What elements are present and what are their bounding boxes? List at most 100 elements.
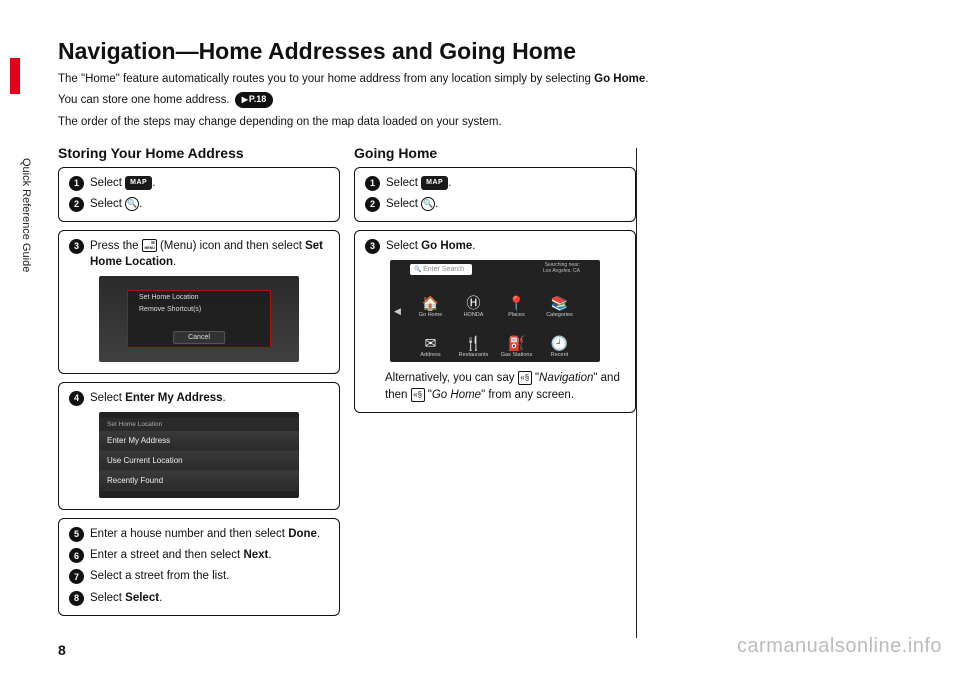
- txt: Select: [386, 177, 421, 189]
- bullet-8: 8: [69, 591, 84, 606]
- side-label: Quick Reference Guide: [20, 158, 32, 272]
- step-a7: 7 Select a street from the list.: [69, 568, 329, 584]
- column-going-home: Going Home 1 Select MAP. 2 Select 🔍.: [354, 145, 636, 624]
- dot: .: [223, 392, 226, 404]
- page-ref-badge: P.18: [235, 92, 274, 108]
- voice-note: Alternatively, you can say «§ "Navigatio…: [365, 370, 625, 403]
- bullet-b1: 1: [365, 176, 380, 191]
- page-number: 8: [58, 642, 66, 658]
- txt: Select: [90, 177, 125, 189]
- column-storing: Storing Your Home Address 1 Select MAP. …: [58, 145, 340, 624]
- step-a5-text: Enter a house number and then select Don…: [90, 526, 329, 542]
- step-a4-text: Select Enter My Address.: [90, 390, 329, 406]
- label: Gas Stations: [501, 352, 533, 358]
- step-b2: 2 Select 🔍.: [365, 196, 625, 212]
- book-icon: 📚: [551, 294, 568, 312]
- label: Go Home: [419, 312, 443, 318]
- step-b2-text: Select 🔍.: [386, 196, 625, 212]
- tile-go-home: 🏠Go Home: [410, 282, 451, 320]
- card-b2: 3 Select Go Home. ◀ Enter Search Searchi…: [354, 230, 636, 413]
- intro-line-1: The "Home" feature automatically routes …: [58, 71, 928, 88]
- tile-places: 📍Places: [496, 282, 537, 320]
- screen-search-bar: Enter Search: [410, 264, 472, 275]
- bullet-b2: 2: [365, 197, 380, 212]
- bullet-b3: 3: [365, 239, 380, 254]
- screenshot-menu-popup: Set Home Location Remove Shortcut(s) Can…: [99, 276, 299, 362]
- clock-icon: 🕘: [551, 334, 568, 352]
- intro-line-2: You can store one home address. P.18: [58, 92, 928, 109]
- label: Address: [420, 352, 440, 358]
- search-circle-icon: 🔍: [125, 197, 139, 211]
- step-a2: 2 Select 🔍.: [69, 196, 329, 212]
- voice-icon: «§: [411, 388, 425, 402]
- step-b3: 3 Select Go Home.: [365, 238, 625, 254]
- txt: Select: [90, 198, 125, 210]
- map-button-icon: MAP: [125, 176, 152, 190]
- search-circle-icon: 🔍: [421, 197, 435, 211]
- txt: Select: [386, 198, 421, 210]
- step-b1-text: Select MAP.: [386, 175, 625, 191]
- bold: Go Home: [421, 240, 472, 252]
- bold: Next: [243, 549, 268, 561]
- step-a2-text: Select 🔍.: [90, 196, 329, 212]
- card-a4: 5 Enter a house number and then select D…: [58, 518, 340, 615]
- shot2-row3: Recently Found: [99, 471, 299, 491]
- step-a7-text: Select a street from the list.: [90, 568, 329, 584]
- bold: Select: [125, 592, 159, 604]
- shot1-label-mid: Remove Shortcut(s): [139, 306, 201, 313]
- bullet-5: 5: [69, 527, 84, 542]
- bullet-3: 3: [69, 239, 84, 254]
- step-a1-text: Select MAP.: [90, 175, 329, 191]
- content-area: Navigation—Home Addresses and Going Home…: [58, 38, 928, 624]
- dot: .: [435, 198, 438, 210]
- txt: Select: [386, 240, 421, 252]
- tile-gas: ⛽Gas Stations: [496, 322, 537, 360]
- label: Recent: [551, 352, 568, 358]
- step-a3: 3 Press the ≡MENU (Menu) icon and then s…: [69, 238, 329, 270]
- dot: .: [448, 177, 451, 189]
- map-button-icon: MAP: [421, 176, 448, 190]
- honda-icon: Ⓗ: [467, 294, 481, 312]
- manual-page: Quick Reference Guide Navigation—Home Ad…: [0, 0, 960, 678]
- red-section-tab: [10, 58, 20, 94]
- step-a3-text: Press the ≡MENU (Menu) icon and then sel…: [90, 238, 329, 270]
- label: HONDA: [464, 312, 484, 318]
- step-a5: 5 Enter a house number and then select D…: [69, 526, 329, 542]
- screenshot-address-list: Set Home Location Enter My Address Use C…: [99, 412, 299, 498]
- tile-categories: 📚Categories: [539, 282, 580, 320]
- bold: Enter My Address: [125, 392, 222, 404]
- card-a2: 3 Press the ≡MENU (Menu) icon and then s…: [58, 230, 340, 374]
- intro1-dot: .: [645, 73, 648, 85]
- columns: Storing Your Home Address 1 Select MAP. …: [58, 145, 928, 624]
- bullet-7: 7: [69, 569, 84, 584]
- home-icon: 🏠: [422, 294, 439, 312]
- tile-restaurants: 🍴Restaurants: [453, 322, 494, 360]
- dot: .: [173, 256, 176, 268]
- dot: .: [472, 240, 475, 252]
- card-b1: 1 Select MAP. 2 Select 🔍.: [354, 167, 636, 222]
- intro2-text: You can store one home address.: [58, 94, 233, 106]
- intro-line-3: The order of the steps may change depend…: [58, 114, 928, 131]
- bullet-4: 4: [69, 391, 84, 406]
- shot2-row2: Use Current Location: [99, 451, 299, 471]
- dot: .: [159, 592, 162, 604]
- watermark: carmanualsonline.info: [737, 635, 942, 658]
- step-a8-text: Select Select.: [90, 590, 329, 606]
- fork-icon: 🍴: [465, 334, 482, 352]
- tile-recent: 🕘Recent: [539, 322, 580, 360]
- txt: Enter a street and then select: [90, 549, 243, 561]
- txt: Select: [90, 392, 125, 404]
- txt: Select: [90, 592, 125, 604]
- card-a1: 1 Select MAP. 2 Select 🔍.: [58, 167, 340, 222]
- dot: .: [317, 528, 320, 540]
- note-go: Go Home: [432, 389, 481, 401]
- sidebar: Quick Reference Guide: [10, 58, 34, 618]
- screen-near-label: Searching near: Los Angeles, CA: [543, 263, 580, 274]
- step-a6-text: Enter a street and then select Next.: [90, 547, 329, 563]
- bullet-2: 2: [69, 197, 84, 212]
- label: Categories: [546, 312, 573, 318]
- near2: Los Angeles, CA: [543, 268, 580, 274]
- step-a6: 6 Enter a street and then select Next.: [69, 547, 329, 563]
- menu-icon: ≡MENU: [142, 239, 157, 252]
- intro1-bold: Go Home: [594, 73, 645, 85]
